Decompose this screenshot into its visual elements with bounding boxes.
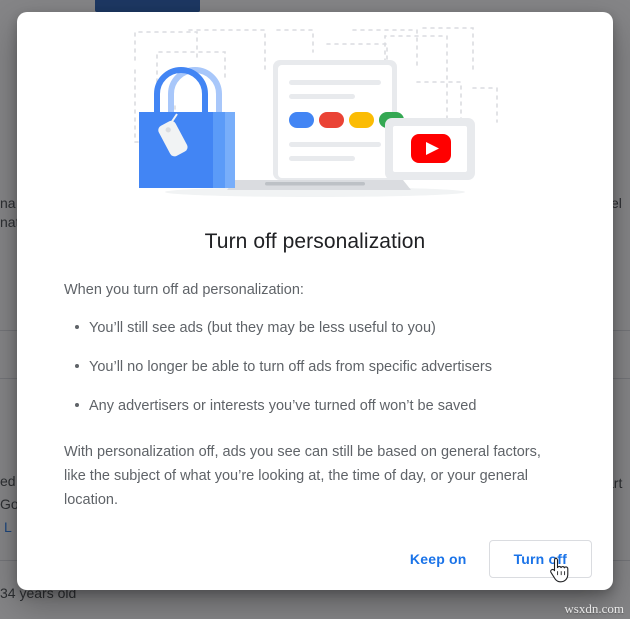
dialog-intro-text: When you turn off ad personalization: xyxy=(64,282,304,298)
dialog-title: Turn off personalization xyxy=(204,230,426,253)
dialog-action-bar: Keep on Turn off xyxy=(398,540,592,578)
dialog-illustration-area xyxy=(17,12,613,202)
list-item: Any advertisers or interests you’ve turn… xyxy=(75,396,566,417)
keep-on-button[interactable]: Keep on xyxy=(398,541,479,577)
dialog-closing-note: With personalization off, ads you see ca… xyxy=(64,444,541,508)
turn-off-personalization-dialog: Turn off personalization When you turn o… xyxy=(17,12,613,590)
turn-off-button[interactable]: Turn off xyxy=(488,540,592,578)
dialog-body: When you turn off ad personalization: Yo… xyxy=(17,280,613,513)
watermark: wsxdn.com xyxy=(564,601,624,616)
list-item: You’ll still see ads (but they may be le… xyxy=(75,318,566,339)
consequences-list: You’ll still see ads (but they may be le… xyxy=(64,318,566,417)
list-item: You’ll no longer be able to turn off ads… xyxy=(75,357,566,378)
ads-devices-illustration xyxy=(134,27,498,197)
